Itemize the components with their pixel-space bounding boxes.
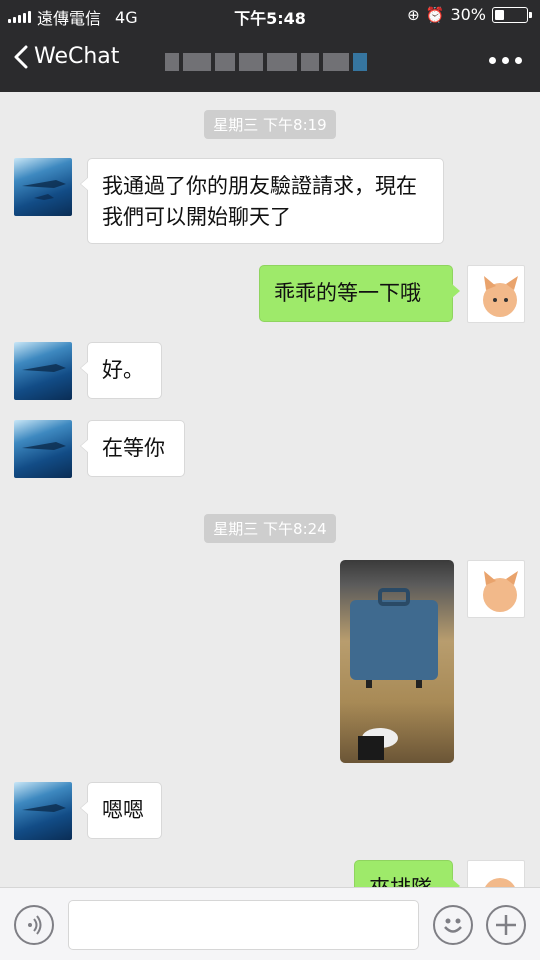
orientation-lock-icon: ⊕ bbox=[407, 5, 420, 24]
shark-image bbox=[22, 180, 66, 200]
emoji-button[interactable] bbox=[433, 905, 473, 945]
contact-avatar[interactable] bbox=[14, 342, 72, 400]
timestamp-label: 星期三 下午8:19 bbox=[204, 110, 336, 139]
message-bubble-incoming[interactable]: 在等你 bbox=[80, 420, 185, 477]
message-text: 我通過了你的朋友驗證請求，現在我們可以開始聊天了 bbox=[102, 174, 417, 229]
message-bubble-incoming[interactable]: 嗯嗯 bbox=[80, 782, 162, 839]
shark-image bbox=[22, 364, 66, 372]
message-text: 嗯嗯 bbox=[102, 798, 144, 822]
cat-image bbox=[483, 276, 518, 317]
user-avatar[interactable] bbox=[467, 265, 525, 323]
message-input[interactable] bbox=[68, 900, 419, 950]
chevron-left-icon bbox=[14, 45, 28, 68]
plus-icon bbox=[496, 915, 516, 935]
voice-input-button[interactable] bbox=[14, 905, 54, 945]
back-button[interactable]: WeChat bbox=[14, 44, 119, 69]
message-text: 好。 bbox=[102, 358, 144, 382]
battery-icon bbox=[492, 6, 532, 23]
input-bar bbox=[0, 887, 540, 960]
contact-avatar[interactable] bbox=[14, 420, 72, 478]
timestamp: 星期三 下午8:24 bbox=[0, 514, 540, 543]
emoji-icon bbox=[444, 918, 462, 933]
luggage-photo bbox=[350, 588, 438, 760]
timestamp: 星期三 下午8:19 bbox=[0, 110, 540, 139]
alarm-icon: ⏰ bbox=[425, 5, 445, 24]
message-text: 乖乖的等一下哦 bbox=[274, 281, 421, 305]
user-avatar[interactable] bbox=[467, 560, 525, 618]
message-bubble-incoming[interactable]: 好。 bbox=[80, 342, 162, 399]
more-options-button[interactable] bbox=[489, 57, 522, 64]
nav-bar: WeChat bbox=[0, 30, 540, 92]
contact-name-redacted bbox=[165, 45, 380, 79]
timestamp-label: 星期三 下午8:24 bbox=[204, 514, 336, 543]
shark-image bbox=[22, 804, 66, 812]
add-attachment-button[interactable] bbox=[486, 905, 526, 945]
voice-icon bbox=[28, 915, 42, 935]
photo-message[interactable] bbox=[340, 560, 454, 763]
contact-avatar[interactable] bbox=[14, 782, 72, 840]
contact-avatar[interactable] bbox=[14, 158, 72, 216]
status-bar: 遠傳電信 4G 下午5:48 ⊕ ⏰ 30% bbox=[0, 0, 540, 30]
back-label: WeChat bbox=[34, 44, 120, 69]
battery-percent: 30% bbox=[450, 5, 486, 24]
message-bubble-incoming[interactable]: 我通過了你的朋友驗證請求，現在我們可以開始聊天了 bbox=[80, 158, 444, 244]
cat-image bbox=[483, 571, 518, 612]
message-bubble-outgoing[interactable]: 乖乖的等一下哦 bbox=[259, 265, 460, 322]
shark-image bbox=[22, 442, 66, 450]
message-text: 在等你 bbox=[102, 436, 165, 460]
